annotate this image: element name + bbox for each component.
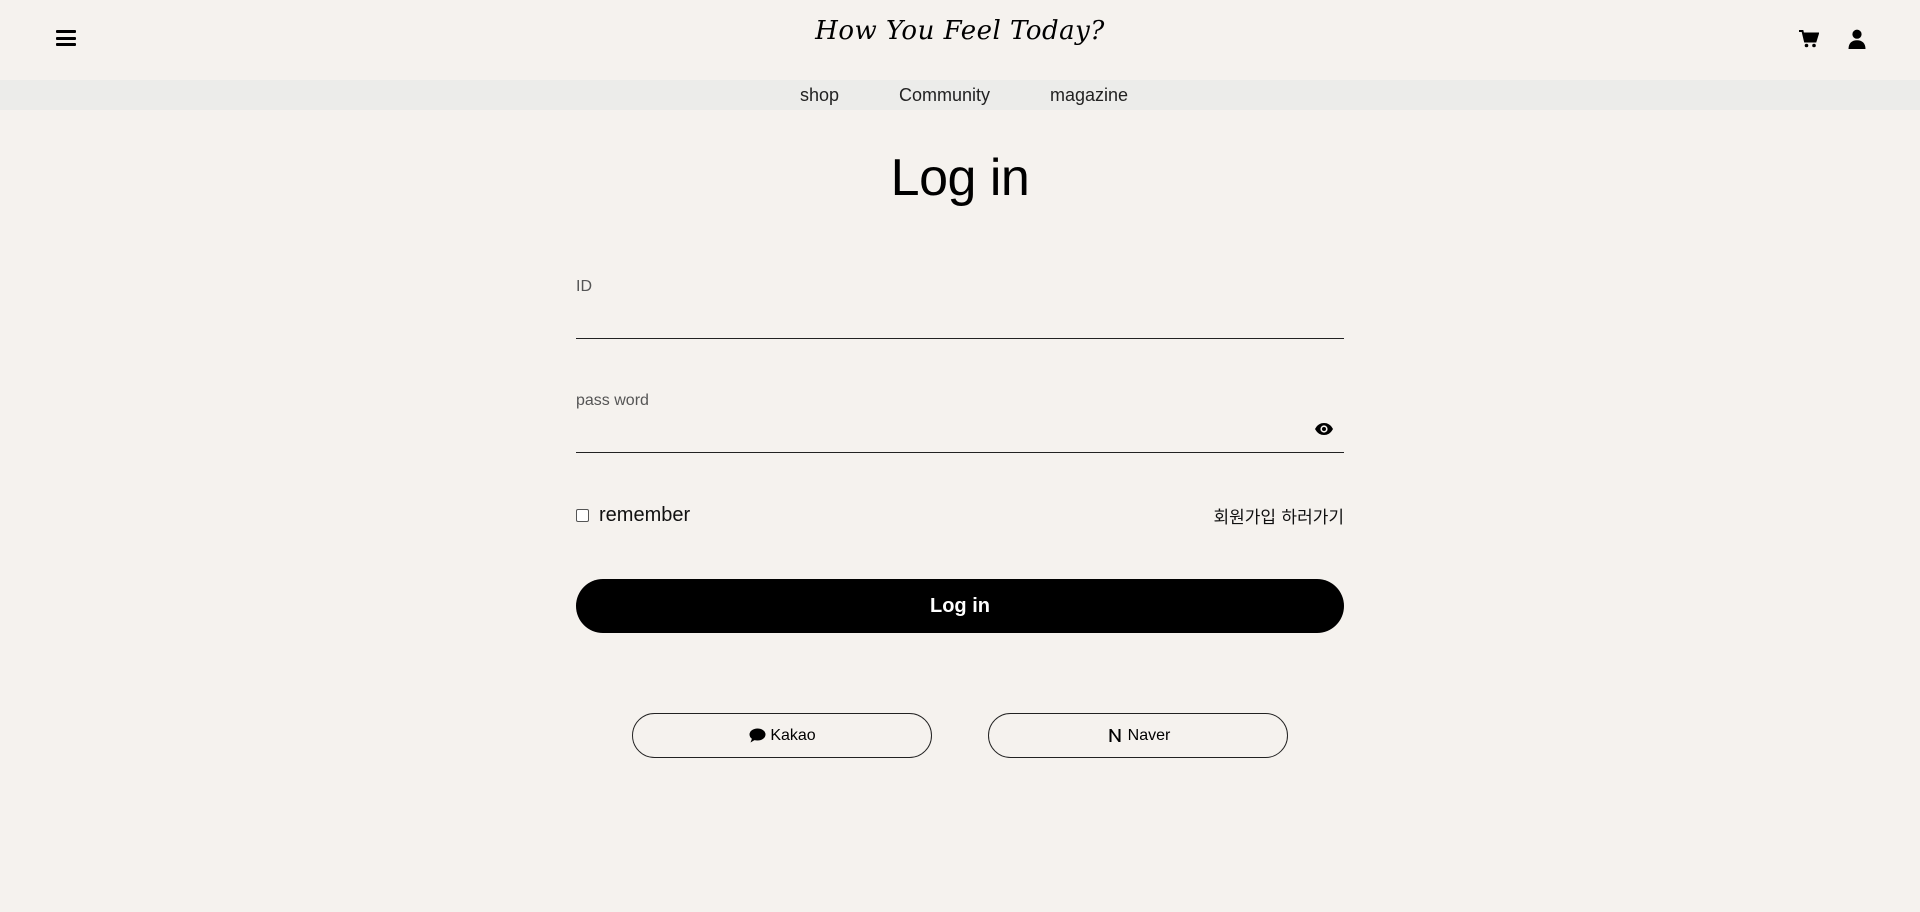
site-header: How You Feel Today?: [0, 0, 1920, 80]
site-logo[interactable]: How You Feel Today?: [0, 16, 1920, 47]
main-nav: shop Community magazine: [0, 80, 1920, 110]
eye-icon[interactable]: [1314, 422, 1334, 436]
remember-label[interactable]: remember: [599, 504, 690, 527]
id-input[interactable]: [576, 306, 1344, 334]
password-input[interactable]: [576, 420, 1344, 448]
chat-bubble-icon: [748, 728, 766, 744]
kakao-login-button[interactable]: Kakao: [632, 713, 932, 758]
signup-link[interactable]: 회원가입 하러가기: [1213, 503, 1344, 528]
id-label: ID: [576, 278, 592, 295]
page-title: Log in: [890, 149, 1030, 207]
kakao-label: Kakao: [770, 726, 816, 744]
password-label: pass word: [576, 392, 649, 409]
login-options-row: remember 회원가입 하러가기: [576, 503, 1344, 528]
user-icon[interactable]: [1846, 28, 1868, 50]
header-actions: [1798, 28, 1868, 50]
naver-label: Naver: [1127, 726, 1171, 744]
id-field-group: ID: [576, 276, 1344, 339]
naver-n-icon: [1106, 728, 1124, 744]
naver-login-button[interactable]: Naver: [988, 713, 1288, 758]
remember-checkbox[interactable]: [576, 508, 589, 522]
password-field-group: pass word: [576, 390, 1344, 453]
login-form: ID pass word remember 회원가입 하러가기 Log in K…: [576, 276, 1344, 758]
nav-item-magazine[interactable]: magazine: [1050, 85, 1128, 106]
login-button[interactable]: Log in: [576, 579, 1344, 633]
social-login-row: Kakao Naver: [576, 713, 1344, 758]
login-main: Log in ID pass word remember 회원가입 하러가기 L…: [0, 110, 1920, 758]
nav-item-shop[interactable]: shop: [800, 85, 839, 106]
remember-group: remember: [576, 504, 690, 527]
cart-icon[interactable]: [1798, 28, 1820, 50]
nav-item-community[interactable]: Community: [899, 85, 990, 106]
